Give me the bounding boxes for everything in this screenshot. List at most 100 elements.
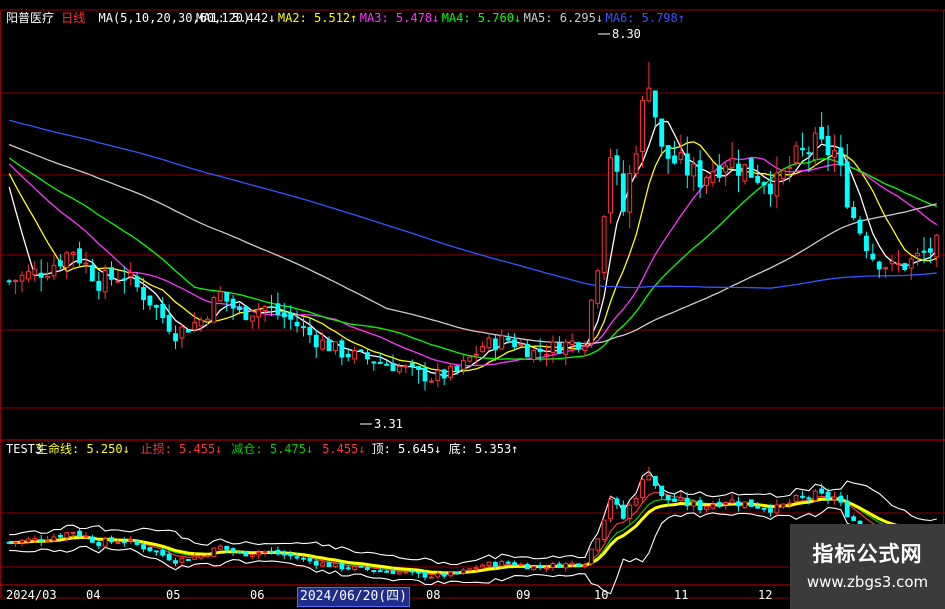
sub-candle-body — [825, 491, 831, 500]
sub-candle-body — [723, 502, 729, 506]
sub-candle-body — [230, 548, 236, 553]
candle-body — [121, 278, 127, 281]
sub-candle-body — [569, 562, 575, 565]
ma-value-ma1: MA1: 5.442↓ — [196, 11, 275, 25]
sub-candle-body — [409, 570, 415, 573]
candle-body — [134, 276, 140, 288]
candle-body — [524, 343, 530, 358]
candle-body — [576, 342, 581, 350]
sub-candle-body — [326, 562, 332, 568]
sub-candle-body — [492, 562, 498, 567]
candle-body — [838, 147, 844, 166]
sub-candle-body — [384, 570, 390, 573]
candle-body — [710, 171, 716, 183]
candle-body — [211, 296, 217, 323]
sub-candle-body — [320, 562, 326, 567]
x-label-8: 11 — [674, 588, 688, 602]
candle-body — [768, 183, 773, 195]
candle-body — [326, 339, 332, 352]
candle-body — [742, 163, 748, 182]
sub-candle-body — [537, 565, 543, 568]
sub-candle-body — [486, 561, 492, 567]
sub-candle-body — [25, 538, 31, 543]
candle-body — [832, 150, 837, 158]
candle-body — [77, 248, 82, 264]
candle-body — [915, 252, 921, 257]
candle-body — [416, 366, 422, 370]
candle-body — [166, 314, 172, 332]
candle-body — [32, 268, 38, 276]
candle-body — [819, 126, 825, 140]
sub-candle-body — [141, 544, 146, 550]
candle-body — [691, 163, 697, 177]
candle-body — [147, 295, 153, 306]
sub-candle-body — [224, 545, 230, 550]
sub-candle-body — [499, 560, 505, 567]
candle-body — [281, 312, 287, 318]
sub-candle-body — [198, 555, 204, 559]
sub-candle-body — [211, 547, 217, 558]
candle-body — [569, 340, 575, 346]
candle-body — [6, 280, 12, 283]
sub-candle-body — [800, 495, 805, 498]
candle-body — [595, 270, 601, 304]
candle-body — [704, 177, 709, 186]
stock-chart[interactable]: 阳普医疗 日线 MA(5,10,20,30,60,120) MA1: 5.442… — [0, 0, 945, 609]
candle-body — [908, 258, 914, 269]
candle-body — [812, 132, 818, 161]
candle-body — [646, 87, 652, 102]
candle-body — [288, 312, 294, 320]
sub-candle-body — [838, 495, 844, 503]
candle-body — [160, 303, 166, 319]
candle-body — [365, 352, 370, 360]
sub-candle-body — [64, 532, 70, 539]
sub-candle-body — [217, 545, 223, 550]
stock-name: 阳普医疗 — [6, 11, 54, 25]
sub-candle-body — [294, 556, 300, 559]
candle-body — [531, 349, 537, 360]
sub-candle-body — [454, 571, 460, 575]
sub-candle-body — [352, 565, 358, 570]
candle-body — [25, 271, 31, 280]
candle-body — [269, 306, 274, 309]
sub-candle-body — [128, 539, 134, 542]
candle-body — [224, 292, 230, 302]
candle-body — [64, 252, 70, 268]
sub-candle-body — [556, 563, 562, 569]
candle-body — [262, 306, 268, 311]
sub-candle-body — [134, 540, 140, 545]
sub-candle-body — [755, 505, 761, 509]
indicator-value-1: 止损: 5.455↓ — [141, 442, 223, 456]
candle-body — [601, 216, 607, 274]
sub-candle-body — [505, 561, 511, 564]
sub-candle-body — [32, 537, 38, 541]
indicator-value-3: 5.455↓ — [322, 442, 365, 456]
candle-body — [448, 366, 454, 378]
candle-body — [185, 329, 191, 333]
candle-body — [627, 173, 633, 213]
candle-body — [390, 362, 396, 372]
candle-body — [678, 152, 684, 161]
sub-candle-body — [780, 503, 786, 508]
sub-candle-body — [512, 562, 518, 566]
candle-body — [435, 370, 441, 381]
indicator-value-2: 减仓: 5.475↓ — [231, 442, 313, 456]
candle-body — [889, 260, 895, 265]
candle-body — [608, 157, 613, 214]
sub-candle-body — [281, 552, 287, 556]
indicator-value-0: 生命线: 5.250↓ — [36, 441, 130, 456]
candle-body — [409, 362, 415, 367]
candle-body — [620, 173, 626, 212]
sub-candle-body — [307, 558, 313, 562]
sub-candle-body — [51, 536, 57, 542]
candle-body — [902, 263, 908, 270]
candle-body — [486, 337, 492, 349]
sub-candle-body — [96, 542, 102, 547]
candle-body — [57, 260, 63, 267]
candle-body — [787, 166, 793, 169]
sub-candle-body — [652, 475, 658, 486]
candle-body — [352, 349, 358, 360]
candle-body — [301, 326, 306, 329]
candle-body — [19, 274, 25, 282]
candle-body — [851, 207, 857, 219]
